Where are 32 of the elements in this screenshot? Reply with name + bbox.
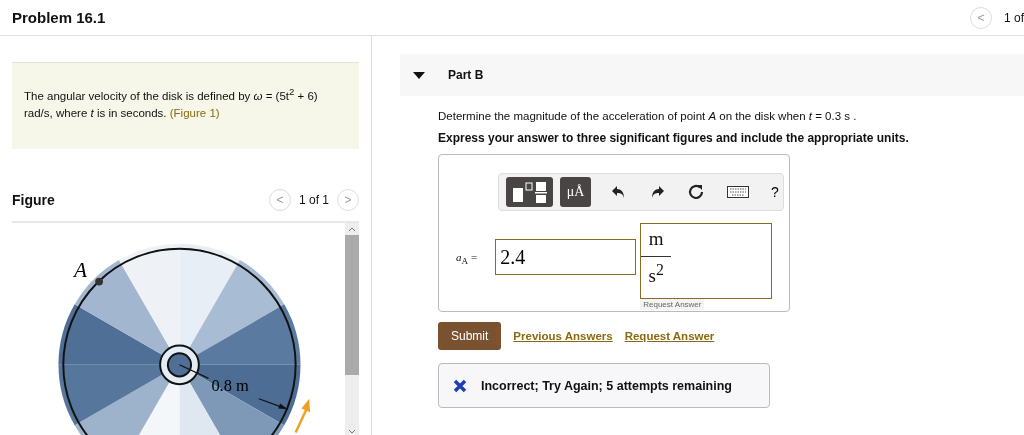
- templates-button[interactable]: [506, 177, 553, 207]
- part-header[interactable]: Part B: [400, 54, 1024, 96]
- figure-counter: 1 of 1: [298, 193, 329, 207]
- tooltip: Request Answer: [640, 299, 705, 310]
- radius-label: 0.8 m: [211, 375, 249, 395]
- scrollbar[interactable]: [345, 223, 359, 435]
- instruction-text: Express your answer to three significant figures and include the appropriate units.: [438, 131, 910, 145]
- submit-button[interactable]: Submit: [438, 322, 502, 350]
- velocity-arrow-icon: [294, 398, 311, 434]
- problem-counter: 1 of: [1004, 10, 1024, 25]
- undo-icon[interactable]: [611, 184, 627, 200]
- collapse-triangle-icon[interactable]: [412, 70, 426, 80]
- value-field[interactable]: 2.4: [495, 239, 637, 275]
- answer-link[interactable]: Previous Answers: [513, 330, 613, 342]
- unit-denominator: s$^{2}$: [648, 260, 664, 288]
- problem-title: Problem 16.1: [12, 9, 106, 26]
- figure-link[interactable]: (Figure 1): [169, 106, 220, 119]
- scrollbar-thumb[interactable]: [345, 235, 359, 375]
- unit-numerator: m: [641, 228, 672, 257]
- part-title: Part B: [448, 68, 484, 82]
- help-button[interactable]: ?: [771, 184, 779, 200]
- answer-label: a$_{A}$ =: [456, 251, 479, 267]
- redo-icon[interactable]: [649, 184, 665, 200]
- feedback-text: Incorrect; Try Again; 5 attempts remaining: [481, 378, 732, 393]
- keyboard-icon[interactable]: [727, 186, 749, 198]
- point-label: A: [73, 257, 87, 282]
- reset-icon[interactable]: [687, 183, 705, 201]
- problem-statement: The angular velocity of the disk is defined by ω = (5t$^{2}$ + 6) rad/s, where t is in seconds. (Figure 1): [24, 85, 319, 121]
- figure-heading: Figure: [12, 192, 55, 208]
- question-text: Determine the magnitude of the acceleration of point A on the disk when t = 0.3 s .: [438, 110, 858, 122]
- units-button[interactable]: μÅ: [560, 177, 591, 207]
- answer-link[interactable]: Request Answer: [624, 330, 715, 342]
